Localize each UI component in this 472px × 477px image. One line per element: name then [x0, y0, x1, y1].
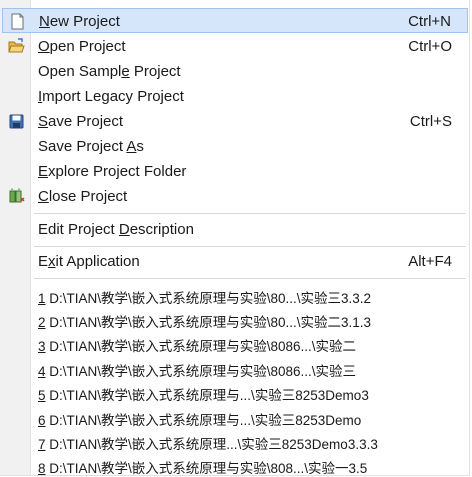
recent-project-number: 8	[38, 461, 46, 476]
recent-project-item[interactable]: 8 D:\TIAN\教学\嵌入式系统原理与实验\808...\实验一3.5	[2, 452, 468, 477]
save-disk-icon	[8, 113, 25, 130]
recent-project-item[interactable]: 5 D:\TIAN\教学\嵌入式系统原理与...\实验三8253Demo3	[2, 379, 468, 404]
menu-item-label: Save Project As	[38, 138, 144, 155]
menu-item-label: Exit Application	[38, 253, 140, 270]
recent-project-path: D:\TIAN\教学\嵌入式系统原理与实验\80...\实验二3.1.3	[45, 315, 372, 330]
recent-project-item[interactable]: 7 D:\TIAN\教学\嵌入式系统原理...\实验三8253Demo3.3.3	[2, 428, 468, 453]
recent-project-path: D:\TIAN\教学\嵌入式系统原理与...\实验三8253Demo3	[45, 388, 369, 403]
new-document-icon	[9, 13, 26, 30]
menu-item-label: Open Project	[38, 38, 126, 55]
menu-item-label: Close Project	[38, 188, 128, 205]
menu-item-label: New Project	[39, 13, 120, 30]
recent-project-number: 6	[38, 413, 46, 428]
menu-item-save-project[interactable]: Save Project Ctrl+S	[2, 109, 468, 134]
recent-project-item[interactable]: 3 D:\TIAN\教学\嵌入式系统原理与实验\8086...\实验二	[2, 330, 468, 355]
recent-project-number: 7	[38, 437, 46, 452]
menu-item-label: Explore Project Folder	[38, 163, 187, 180]
menu-separator	[34, 246, 466, 247]
menu-separator	[34, 213, 466, 214]
menu-item-label: Edit Project Description	[38, 221, 194, 238]
menu-item-save-project-as[interactable]: Save Project As	[2, 134, 468, 159]
menu-item-shortcut: Ctrl+S	[409, 113, 452, 130]
recent-project-item[interactable]: 4 D:\TIAN\教学\嵌入式系统原理与实验\8086...\实验三	[2, 355, 468, 380]
recent-project-number: 2	[38, 315, 46, 330]
recent-project-item[interactable]: 6 D:\TIAN\教学\嵌入式系统原理与...\实验三8253Demo	[2, 404, 468, 429]
menu-item-shortcut: Ctrl+N	[408, 13, 451, 30]
menu-item-exit-application[interactable]: Exit Application Alt+F4	[2, 249, 468, 274]
menu-item-open-project[interactable]: Open Project Ctrl+O	[2, 34, 468, 59]
open-folder-icon	[8, 38, 25, 55]
recent-project-number: 1	[38, 291, 46, 306]
recent-project-number: 5	[38, 388, 46, 403]
recent-project-item[interactable]: 2 D:\TIAN\教学\嵌入式系统原理与实验\80...\实验二3.1.3	[2, 306, 468, 331]
recent-project-path: D:\TIAN\教学\嵌入式系统原理与...\实验三8253Demo	[45, 413, 362, 428]
menu-item-explore-project-folder[interactable]: Explore Project Folder	[2, 159, 468, 184]
menu-item-label: Open Sample Project	[38, 63, 181, 80]
menu-item-open-sample-project[interactable]: Open Sample Project	[2, 59, 468, 84]
recent-project-number: 3	[38, 339, 46, 354]
menu-item-shortcut: Ctrl+O	[408, 38, 452, 55]
menu-item-new-project[interactable]: New Project Ctrl+N	[2, 8, 468, 33]
recent-project-number: 4	[38, 364, 46, 379]
menu-item-label: Save Project	[38, 113, 124, 130]
recent-project-path: D:\TIAN\教学\嵌入式系统原理与实验\808...\实验一3.5	[45, 461, 368, 476]
menu-item-close-project[interactable]: Close Project	[2, 184, 468, 209]
recent-project-path: D:\TIAN\教学\嵌入式系统原理与实验\8086...\实验二	[45, 339, 357, 354]
close-project-icon	[8, 188, 25, 205]
menu-item-edit-project-description[interactable]: Edit Project Description	[2, 217, 468, 242]
menu-item-shortcut: Alt+F4	[408, 253, 452, 270]
menu-item-import-legacy-project[interactable]: Import Legacy Project	[2, 84, 468, 109]
recent-project-path: D:\TIAN\教学\嵌入式系统原理...\实验三8253Demo3.3.3	[45, 437, 378, 452]
file-menu: New Project Ctrl+N Open Project Ctrl+O O…	[0, 0, 470, 476]
recent-project-path: D:\TIAN\教学\嵌入式系统原理与实验\8086...\实验三	[45, 364, 357, 379]
recent-project-item[interactable]: 1 D:\TIAN\教学\嵌入式系统原理与实验\80...\实验三3.3.2	[2, 282, 468, 307]
menu-item-label: Import Legacy Project	[38, 88, 184, 105]
menu-separator	[34, 278, 466, 279]
recent-project-path: D:\TIAN\教学\嵌入式系统原理与实验\80...\实验三3.3.2	[45, 291, 372, 306]
